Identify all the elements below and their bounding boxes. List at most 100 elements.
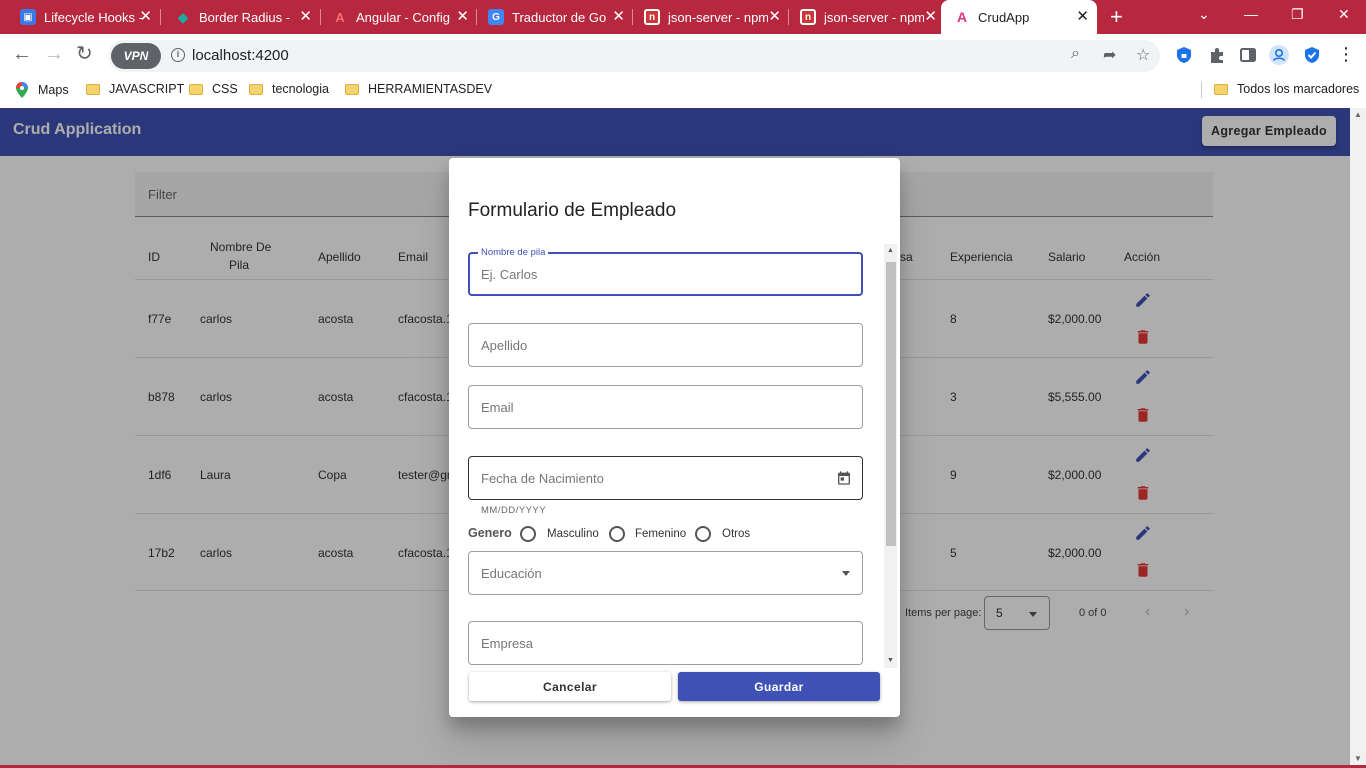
- forward-icon[interactable]: →: [44, 43, 64, 65]
- close-tab-icon[interactable]: ✕: [299, 9, 312, 24]
- bookmark-label: HERRAMIENTASDEV: [368, 82, 493, 96]
- radio-label-femenino[interactable]: Femenino: [635, 528, 686, 540]
- tab-search-icon[interactable]: ⌄: [1198, 6, 1210, 23]
- browser-menu-icon[interactable]: ⋮: [1337, 43, 1355, 65]
- empresa-field[interactable]: Empresa: [468, 621, 863, 665]
- diamond-favicon-icon: ◆: [177, 8, 189, 25]
- npm-favicon-icon: n: [800, 9, 816, 25]
- folder-icon: [1214, 83, 1228, 95]
- site-info-icon[interactable]: i: [171, 48, 185, 62]
- browser-tab-active[interactable]: A CrudApp ✕: [941, 0, 1097, 34]
- bookmark-folder[interactable]: tecnologia: [249, 82, 329, 96]
- page-scrollbar[interactable]: ▲ ▼: [1350, 108, 1366, 768]
- google-translate-favicon-icon: G: [488, 9, 504, 25]
- bookmark-label: JAVASCRIPT: [109, 82, 185, 96]
- radio-label-otros[interactable]: Otros: [722, 528, 750, 540]
- close-tab-icon[interactable]: ✕: [139, 9, 152, 24]
- folder-icon: [86, 83, 100, 95]
- dialog-title: Formulario de Empleado: [468, 200, 677, 221]
- scrollbar-thumb[interactable]: [886, 262, 896, 546]
- browser-toolbar: ← → ↻ VPN i localhost:4200 ⌕ ➦ ☆ ⋮: [0, 34, 1366, 76]
- scroll-up-icon[interactable]: ▲: [1354, 110, 1362, 119]
- cancel-button[interactable]: Cancelar: [469, 672, 671, 701]
- employee-form-dialog: Formulario de Empleado Ej. Carlos Nombre…: [449, 158, 900, 717]
- close-window-icon[interactable]: ✕: [1338, 6, 1350, 23]
- restore-icon[interactable]: ❐: [1291, 6, 1304, 23]
- tab-title: Lifecycle Hooks -: [44, 9, 143, 25]
- side-panel-icon[interactable]: [1238, 45, 1258, 65]
- radio-masculino[interactable]: [520, 526, 536, 542]
- close-tab-icon[interactable]: ✕: [924, 9, 937, 24]
- nombre-placeholder: Ej. Carlos: [481, 267, 538, 282]
- fecha-nacimiento-field[interactable]: Fecha de Nacimiento: [468, 456, 863, 500]
- dialog-scrollbar[interactable]: ▲ ▼: [884, 244, 897, 668]
- calendar-icon[interactable]: [836, 470, 852, 486]
- browser-tab[interactable]: n json-server - npm ✕: [624, 0, 789, 34]
- security-shield-check-icon[interactable]: [1302, 45, 1322, 65]
- folder-icon: [189, 83, 203, 95]
- radio-otros[interactable]: [695, 526, 711, 542]
- reload-icon[interactable]: ↻: [76, 43, 93, 65]
- new-tab-button[interactable]: +: [1110, 6, 1123, 28]
- tab-title: CrudApp: [978, 9, 1030, 25]
- email-placeholder: Email: [481, 400, 514, 415]
- angular-favicon-icon: A: [335, 9, 345, 25]
- tab-title: Border Radius -: [199, 9, 291, 25]
- bookmark-label: Maps: [38, 83, 69, 97]
- tab-title: json-server - npm: [824, 9, 924, 25]
- all-bookmarks-folder[interactable]: Todos los marcadores: [1214, 82, 1359, 96]
- lifecycle-favicon-icon: ▣: [20, 9, 36, 25]
- close-tab-icon[interactable]: ✕: [1076, 9, 1089, 24]
- bookmark-item[interactable]: Maps: [16, 82, 69, 98]
- scroll-up-icon[interactable]: ▲: [887, 247, 894, 254]
- vpn-badge[interactable]: VPN: [111, 43, 161, 69]
- browser-tab[interactable]: ◆ Border Radius - ✕: [155, 0, 320, 34]
- folder-icon: [249, 83, 263, 95]
- radio-femenino[interactable]: [609, 526, 625, 542]
- scroll-down-icon[interactable]: ▼: [887, 657, 894, 664]
- apellido-placeholder: Apellido: [481, 338, 528, 353]
- fecha-hint: MM/DD/YYYY: [481, 505, 547, 516]
- folder-icon: [345, 83, 359, 95]
- bookmark-folder[interactable]: HERRAMIENTASDEV: [345, 82, 492, 96]
- radio-label-masculino[interactable]: Masculino: [547, 528, 599, 540]
- npm-favicon-icon: n: [644, 9, 660, 25]
- maps-pin-icon: [16, 82, 28, 98]
- tab-title: Angular - Config: [356, 9, 450, 25]
- educacion-select[interactable]: Educación: [468, 551, 863, 595]
- share-icon[interactable]: ➦: [1103, 45, 1116, 65]
- browser-tab[interactable]: A Angular - Config ✕: [312, 0, 477, 34]
- profile-avatar-icon[interactable]: [1269, 45, 1289, 65]
- zoom-icon[interactable]: ⌕: [1071, 45, 1080, 63]
- tab-title: Traductor de Go: [512, 9, 607, 25]
- minimize-icon[interactable]: —: [1244, 6, 1258, 22]
- bookmark-label: tecnologia: [272, 82, 329, 96]
- bookmark-folder[interactable]: CSS: [189, 82, 238, 96]
- nombre-label: Nombre de pila: [478, 247, 549, 258]
- bookmark-star-icon[interactable]: ☆: [1136, 45, 1150, 65]
- shield-extension-icon[interactable]: [1174, 45, 1194, 65]
- educacion-placeholder: Educación: [481, 566, 542, 581]
- browser-tab[interactable]: n json-server - npm ✕: [780, 0, 945, 34]
- back-icon[interactable]: ←: [12, 43, 32, 65]
- nombre-field[interactable]: Ej. Carlos: [468, 252, 863, 296]
- tab-title: json-server - npm: [668, 9, 768, 25]
- browser-tab[interactable]: G Traductor de Go ✕: [468, 0, 633, 34]
- chevron-down-icon: [842, 571, 850, 576]
- bookmark-label: Todos los marcadores: [1237, 82, 1360, 96]
- save-button[interactable]: Guardar: [678, 672, 880, 701]
- email-field[interactable]: Email: [468, 385, 863, 429]
- angular-favicon-icon: A: [956, 9, 968, 25]
- browser-tab-bar: ▣ Lifecycle Hooks - ✕ ◆ Border Radius - …: [0, 0, 1366, 34]
- address-bar[interactable]: VPN i localhost:4200 ⌕ ➦ ☆: [108, 40, 1160, 72]
- genero-label: Genero: [468, 526, 512, 540]
- bookmarks-bar: Maps JAVASCRIPT CSS tecnologia HERRAMIEN…: [0, 76, 1366, 104]
- bookmark-label: CSS: [212, 82, 238, 96]
- empresa-placeholder: Empresa: [481, 636, 534, 651]
- apellido-field[interactable]: Apellido: [468, 323, 863, 367]
- url-text[interactable]: localhost:4200: [192, 47, 289, 64]
- browser-tab[interactable]: ▣ Lifecycle Hooks - ✕: [0, 0, 160, 34]
- extensions-puzzle-icon[interactable]: [1207, 45, 1227, 65]
- scroll-down-icon[interactable]: ▼: [1354, 754, 1362, 763]
- bookmark-folder[interactable]: JAVASCRIPT: [86, 82, 184, 96]
